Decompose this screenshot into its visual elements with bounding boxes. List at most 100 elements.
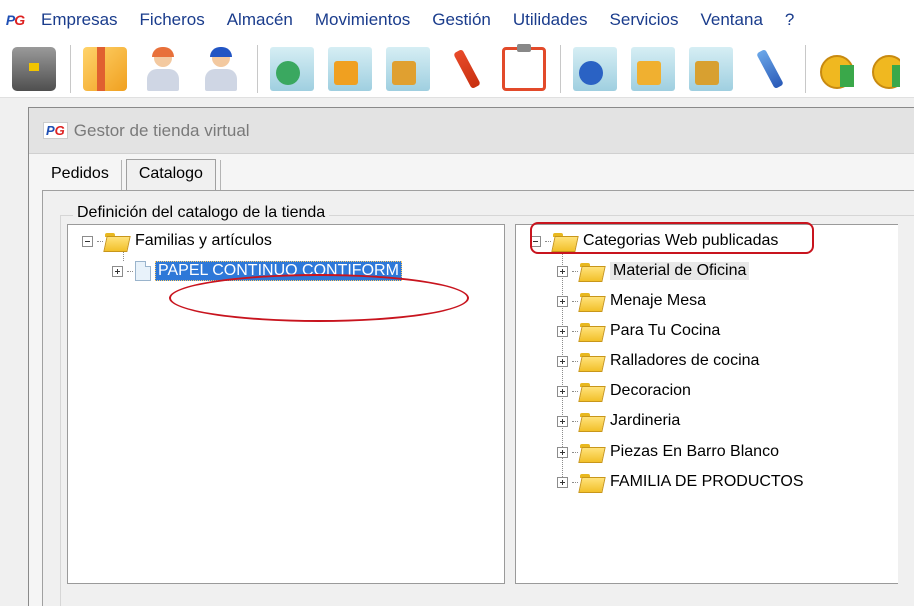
tree-node-category[interactable]: Menaje Mesa <box>557 289 706 313</box>
menu-bar: PG Empresas Ficheros Almacén Movimientos… <box>0 0 914 40</box>
toolbar-button-proveedores[interactable] <box>193 43 249 95</box>
menu-empresas[interactable]: Empresas <box>30 0 129 40</box>
menu-ventana[interactable]: Ventana <box>690 0 774 40</box>
category-label: Material de Oficina <box>610 262 750 280</box>
tree-node-category[interactable]: Ralladores de cocina <box>557 349 759 373</box>
category-label: Jardineria <box>610 412 681 429</box>
tree-node-label-selected: PAPEL CONTINUO CONTIFORM <box>155 261 402 281</box>
supplier-icon <box>199 46 243 91</box>
window-titlebar[interactable]: PG Gestor de tienda virtual <box>29 108 914 154</box>
menu-movimientos[interactable]: Movimientos <box>304 0 421 40</box>
folder-icon <box>580 292 604 310</box>
category-label: Piezas En Barro Blanco <box>610 443 779 460</box>
toolbar-separator <box>560 44 561 93</box>
expand-icon[interactable] <box>557 355 568 367</box>
expand-icon[interactable] <box>557 385 568 397</box>
order-check-icon <box>270 46 314 91</box>
open-folder-icon <box>553 232 577 250</box>
coins-icon <box>870 47 900 91</box>
purchase-check-icon <box>573 46 617 91</box>
toolbar-button-pedido-proveedor[interactable] <box>567 43 623 95</box>
store-manager-window: PG Gestor de tienda virtual Pedidos Cata… <box>28 107 914 606</box>
tree-root-categories[interactable]: Categorias Web publicadas <box>530 229 778 253</box>
mdi-area: PG Gestor de tienda virtual Pedidos Cata… <box>0 99 914 606</box>
tab-catalogo[interactable]: Catalogo <box>125 159 216 191</box>
expand-icon[interactable] <box>557 415 568 427</box>
customer-icon <box>141 46 185 91</box>
purchase-box-icon <box>631 46 675 91</box>
menu-almacen[interactable]: Almacén <box>216 0 304 40</box>
toolbar-separator <box>257 44 258 93</box>
web-categories-tree[interactable]: Categorias Web publicadas Material de Of… <box>515 224 898 584</box>
open-folder-icon <box>105 232 129 250</box>
menu-help[interactable]: ? <box>774 0 805 40</box>
toolbar-button-albaran-proveedor[interactable] <box>625 43 681 95</box>
tree-node-category[interactable]: Decoracion <box>557 379 691 403</box>
pen-icon <box>444 47 488 91</box>
folder-icon <box>580 443 604 461</box>
families-tree[interactable]: Familias y artículos PAPEL CONTINUO CONT… <box>67 224 505 584</box>
category-label: Menaje Mesa <box>610 292 707 309</box>
tab-separator <box>219 160 221 190</box>
toolbar-button-pagos[interactable] <box>870 43 900 95</box>
tree-root-label: Familias y artículos <box>135 232 272 249</box>
menu-servicios[interactable]: Servicios <box>599 0 690 40</box>
purchase-delivery-icon <box>689 46 733 91</box>
toolbar-button-clientes[interactable] <box>135 43 191 95</box>
expand-icon[interactable] <box>557 325 568 337</box>
menu-gestion[interactable]: Gestión <box>421 0 502 40</box>
collapse-icon[interactable] <box>530 235 541 247</box>
folder-icon <box>580 382 604 400</box>
category-label: Ralladores de cocina <box>610 352 760 369</box>
clipboard-icon <box>502 43 546 91</box>
tab-pedidos[interactable]: Pedidos <box>39 160 121 190</box>
window-title: Gestor de tienda virtual <box>73 120 250 140</box>
folder-icon <box>580 412 604 430</box>
window-logo-icon: PG <box>43 122 68 139</box>
category-label: Decoracion <box>610 382 691 399</box>
tab-strip: Pedidos Catalogo <box>39 156 221 191</box>
toolbar-button-empresas[interactable] <box>6 43 62 95</box>
toolbar <box>0 40 914 98</box>
toolbar-button-cobros[interactable] <box>812 43 868 95</box>
toolbar-button-factura-proveedor[interactable] <box>683 43 739 95</box>
tree-node-category[interactable]: Jardineria <box>557 409 680 433</box>
catalog-tab-panel: Definición del catalogo de la tienda Fam… <box>42 190 914 606</box>
category-label: FAMILIA DE PRODUCTOS <box>610 473 804 490</box>
briefcase-icon <box>12 46 56 91</box>
toolbar-button-articulos[interactable] <box>77 43 133 95</box>
box-icon <box>83 46 127 91</box>
tree-node-papel-continuo[interactable]: PAPEL CONTINUO CONTIFORM <box>112 259 402 283</box>
menu-utilidades[interactable]: Utilidades <box>502 0 599 40</box>
tab-separator <box>120 160 122 190</box>
toolbar-button-albaran-cliente[interactable] <box>322 43 378 95</box>
invoice-check-icon <box>386 46 430 91</box>
delivery-note-icon <box>328 46 372 91</box>
tree-node-category[interactable]: FAMILIA DE PRODUCTOS <box>557 470 804 494</box>
tree-node-category[interactable]: Material de Oficina <box>557 259 750 283</box>
collapse-icon[interactable] <box>82 235 93 247</box>
group-title: Definición del catalogo de la tienda <box>73 204 330 222</box>
expand-icon[interactable] <box>557 295 568 307</box>
folder-icon <box>580 322 604 340</box>
toolbar-separator <box>70 44 71 93</box>
app-window: PG Empresas Ficheros Almacén Movimientos… <box>0 0 914 606</box>
expand-icon[interactable] <box>557 265 568 277</box>
toolbar-separator <box>805 44 806 93</box>
toolbar-button-edit[interactable] <box>438 43 494 95</box>
expand-icon[interactable] <box>557 476 568 488</box>
menu-ficheros[interactable]: Ficheros <box>129 0 216 40</box>
tree-node-category[interactable]: Para Tu Cocina <box>557 319 720 343</box>
toolbar-button-pedido-cliente[interactable] <box>264 43 320 95</box>
document-icon <box>135 261 151 281</box>
folder-icon <box>580 262 604 280</box>
category-label: Para Tu Cocina <box>610 322 721 339</box>
toolbar-button-edit-blue[interactable] <box>741 43 797 95</box>
toolbar-button-listado[interactable] <box>496 43 552 95</box>
expand-icon[interactable] <box>112 265 123 277</box>
toolbar-button-factura-cliente[interactable] <box>380 43 436 95</box>
expand-icon[interactable] <box>557 446 568 458</box>
coins-up-icon <box>818 47 862 91</box>
tree-root-families[interactable]: Familias y artículos <box>82 229 272 253</box>
tree-node-category[interactable]: Piezas En Barro Blanco <box>557 440 779 464</box>
